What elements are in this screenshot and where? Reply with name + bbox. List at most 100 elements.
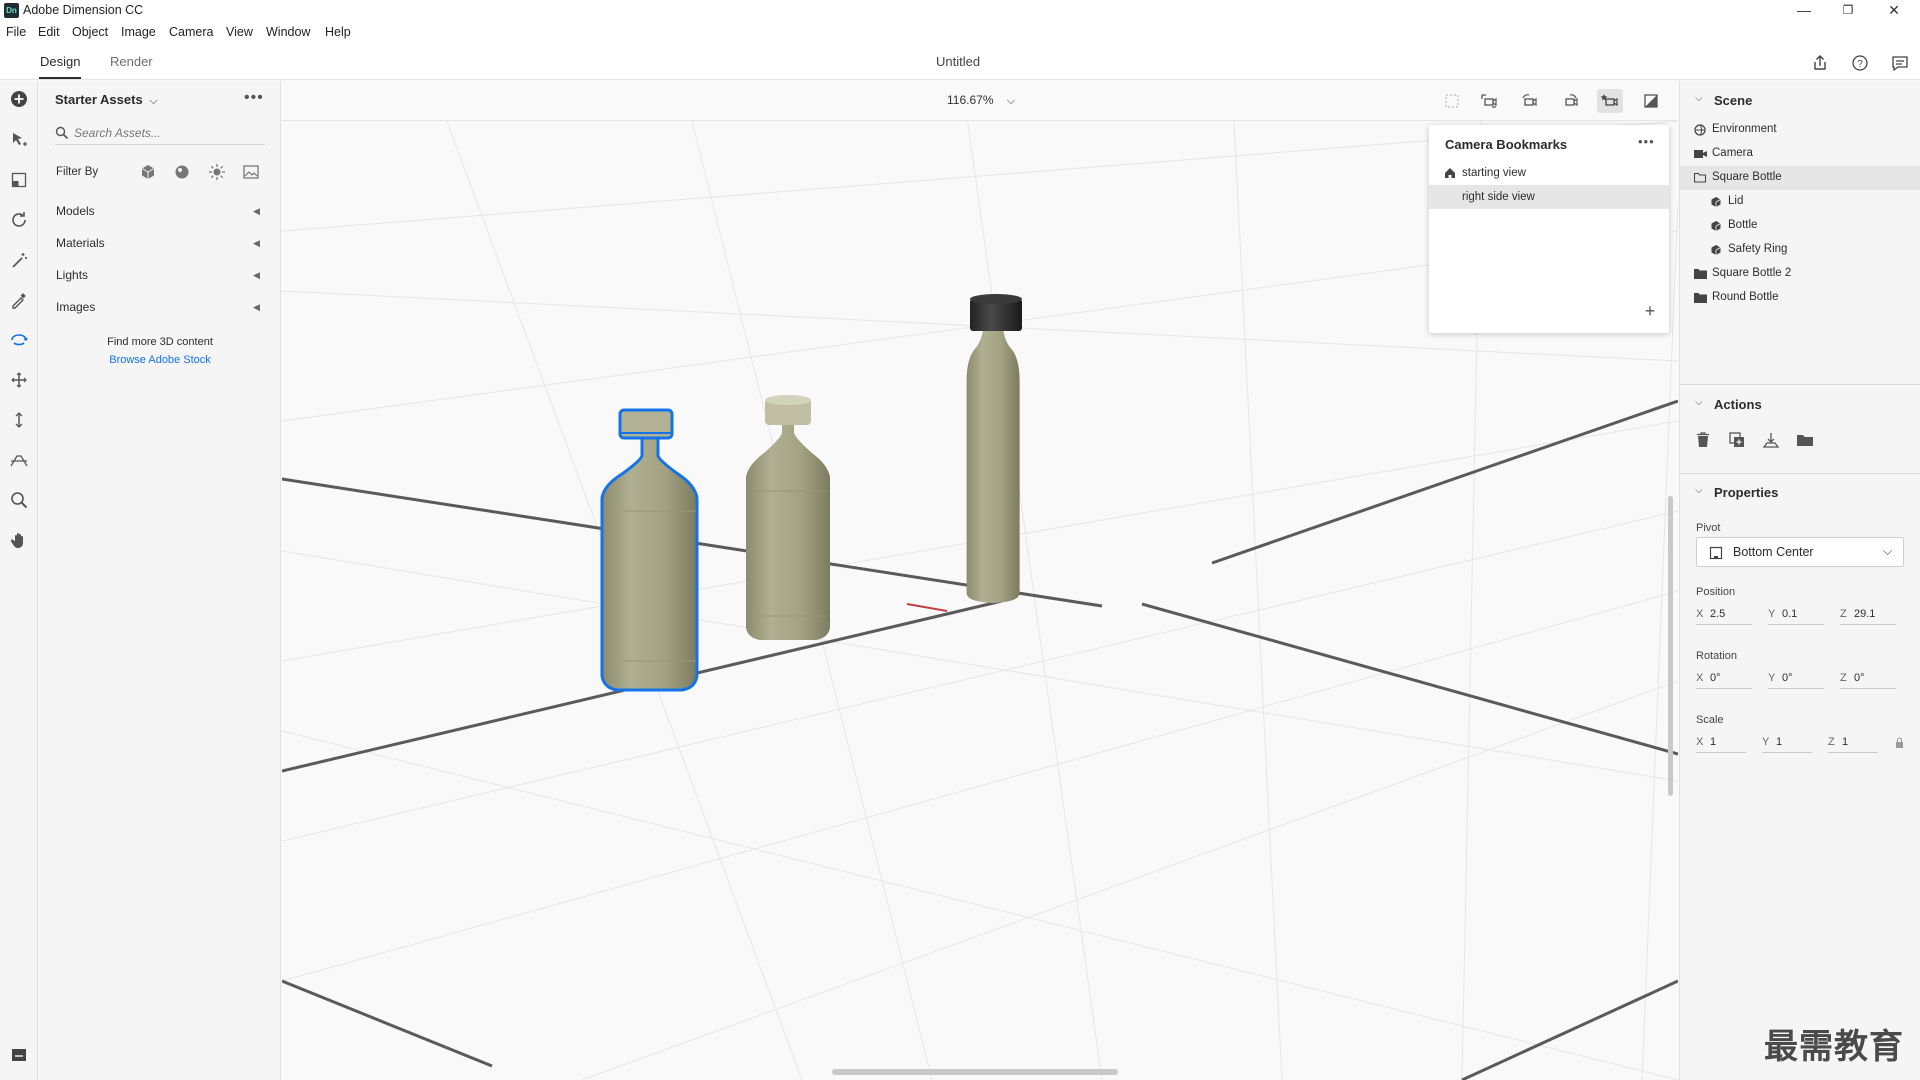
bookmarks-more-button[interactable]: ••• bbox=[1638, 134, 1655, 149]
browse-stock-link[interactable]: Browse Adobe Stock bbox=[39, 354, 281, 366]
section-materials[interactable]: Materials ◀ bbox=[39, 230, 279, 256]
chevron-down-icon: ⌵ bbox=[1695, 93, 1703, 104]
active-tab-indicator bbox=[39, 77, 81, 79]
assets-more-button[interactable]: ••• bbox=[244, 89, 264, 107]
document-title: Untitled bbox=[936, 54, 981, 69]
menu-camera[interactable]: Camera bbox=[169, 25, 213, 39]
rotation-z-field[interactable]: Z 0° bbox=[1840, 669, 1896, 689]
add-bookmark-button[interactable]: + bbox=[1639, 301, 1661, 323]
camera-bookmarks-button[interactable] bbox=[1597, 89, 1623, 113]
rotation-x-field[interactable]: X 0° bbox=[1696, 669, 1752, 689]
filter-models-button[interactable] bbox=[139, 163, 157, 181]
close-button[interactable]: ✕ bbox=[1872, 0, 1916, 22]
rotation-y-field[interactable]: Y 0° bbox=[1768, 669, 1824, 689]
scene-header[interactable]: ⌵ Scene bbox=[1680, 89, 1920, 113]
duplicate-button[interactable] bbox=[1727, 430, 1747, 450]
frame-selection-button[interactable] bbox=[1439, 89, 1465, 113]
magic-wand-tool[interactable] bbox=[6, 247, 32, 273]
filter-lights-button[interactable] bbox=[208, 163, 226, 181]
minimize-button[interactable]: — bbox=[1782, 0, 1826, 22]
scene-item-square-bottle-2[interactable]: Square Bottle 2 bbox=[1680, 262, 1920, 286]
section-materials-label: Materials bbox=[56, 236, 105, 250]
scale-lock-button[interactable] bbox=[1893, 736, 1907, 750]
maximize-button[interactable]: ❐ bbox=[1826, 0, 1870, 22]
help-button[interactable]: ? bbox=[1848, 52, 1872, 74]
scene-item-round-bottle[interactable]: Round Bottle bbox=[1680, 286, 1920, 310]
zoom-dropdown[interactable]: 116.67% ⌵ bbox=[947, 93, 1015, 108]
scene-item-label: Square Bottle 2 bbox=[1712, 267, 1792, 279]
select-move-icon bbox=[13, 133, 27, 146]
search-input[interactable]: Search Assets... bbox=[55, 121, 265, 145]
scale-y-field[interactable]: Y1 bbox=[1762, 733, 1812, 753]
menu-image[interactable]: Image bbox=[121, 25, 156, 39]
undo-camera-button[interactable] bbox=[1516, 89, 1542, 113]
menu-edit[interactable]: Edit bbox=[38, 25, 60, 39]
scene-item-environment[interactable]: Environment bbox=[1680, 118, 1920, 142]
share-button[interactable] bbox=[1808, 52, 1832, 74]
canvas-viewport[interactable]: 116.67% ⌵ Camera Bookmarks ••• starting … bbox=[282, 81, 1678, 1080]
pan-tool[interactable] bbox=[6, 367, 32, 393]
zoom-icon bbox=[11, 492, 28, 509]
environment-icon bbox=[1694, 124, 1706, 136]
render-preview-icon bbox=[1644, 94, 1658, 108]
tab-render[interactable]: Render bbox=[110, 54, 153, 69]
bookmarks-title: Camera Bookmarks bbox=[1445, 137, 1568, 152]
round-bottle-model[interactable] bbox=[966, 294, 1022, 603]
section-models[interactable]: Models ◀ bbox=[39, 198, 279, 224]
panel-toggle-button[interactable] bbox=[6, 1042, 32, 1068]
scene-item-bottle[interactable]: Bottle bbox=[1680, 214, 1920, 238]
scene-item-label: Round Bottle bbox=[1712, 291, 1779, 303]
menu-window[interactable]: Window bbox=[266, 25, 310, 39]
zoom-tool[interactable] bbox=[6, 487, 32, 513]
bookmark-item[interactable]: right side view bbox=[1429, 185, 1669, 209]
light-icon bbox=[209, 164, 225, 180]
sample-tool[interactable] bbox=[6, 287, 32, 313]
square-bottle-2-model[interactable] bbox=[746, 395, 830, 640]
filter-materials-button[interactable] bbox=[173, 163, 191, 181]
square-bottle-model[interactable] bbox=[600, 408, 699, 692]
hand-tool[interactable] bbox=[6, 527, 32, 553]
dolly-tool[interactable] bbox=[6, 407, 32, 433]
move-to-ground-button[interactable] bbox=[1761, 430, 1781, 450]
magic-select-tool[interactable] bbox=[6, 167, 32, 193]
actions-header[interactable]: ⌵ Actions bbox=[1680, 393, 1920, 417]
menu-object[interactable]: Object bbox=[72, 25, 108, 39]
menu-help[interactable]: Help bbox=[325, 25, 351, 39]
redo-camera-button[interactable] bbox=[1557, 89, 1583, 113]
scene-item-safety-ring[interactable]: Safety Ring bbox=[1680, 238, 1920, 262]
vertical-scrollbar[interactable] bbox=[1668, 496, 1673, 796]
menu-file[interactable]: File bbox=[6, 25, 26, 39]
fit-camera-button[interactable] bbox=[1476, 89, 1502, 113]
group-button[interactable] bbox=[1795, 430, 1815, 450]
tab-design[interactable]: Design bbox=[40, 54, 80, 69]
properties-header[interactable]: ⌵ Properties bbox=[1680, 481, 1920, 505]
add-content-tool[interactable] bbox=[6, 86, 32, 112]
scene-item-lid[interactable]: Lid bbox=[1680, 190, 1920, 214]
render-preview-button[interactable] bbox=[1638, 89, 1664, 113]
chevron-left-icon: ◀ bbox=[253, 206, 260, 216]
position-x-field[interactable]: X 2.5 bbox=[1696, 605, 1752, 625]
orbit-camera-tool[interactable] bbox=[6, 327, 32, 353]
orbit-tool[interactable] bbox=[6, 207, 32, 233]
position-y-field[interactable]: Y 0.1 bbox=[1768, 605, 1824, 625]
menu-view[interactable]: View bbox=[226, 25, 253, 39]
feedback-button[interactable] bbox=[1888, 52, 1912, 74]
pivot-dropdown[interactable]: Bottom Center ⌵ bbox=[1696, 537, 1904, 567]
horizontal-scrollbar[interactable] bbox=[832, 1069, 1118, 1075]
bookmark-item[interactable]: starting view bbox=[1429, 161, 1669, 185]
chevron-down-icon: ⌵ bbox=[1695, 397, 1703, 408]
position-z-field[interactable]: Z 29.1 bbox=[1840, 605, 1896, 625]
scale-x-field[interactable]: X1 bbox=[1696, 733, 1746, 753]
scene-item-square-bottle[interactable]: Square Bottle bbox=[1680, 166, 1920, 190]
panel-toggle-icon bbox=[12, 1049, 26, 1061]
scale-label: Scale bbox=[1696, 714, 1724, 726]
select-tool[interactable] bbox=[6, 127, 32, 153]
scale-z-field[interactable]: Z1 bbox=[1828, 733, 1878, 753]
assets-dropdown[interactable]: Starter Assets ⌵ bbox=[55, 92, 158, 108]
delete-button[interactable] bbox=[1693, 430, 1713, 450]
scene-item-camera[interactable]: Camera bbox=[1680, 142, 1920, 166]
section-images[interactable]: Images ◀ bbox=[39, 294, 279, 320]
section-lights[interactable]: Lights ◀ bbox=[39, 262, 279, 288]
horizon-tool[interactable] bbox=[6, 447, 32, 473]
filter-images-button[interactable] bbox=[242, 163, 260, 181]
